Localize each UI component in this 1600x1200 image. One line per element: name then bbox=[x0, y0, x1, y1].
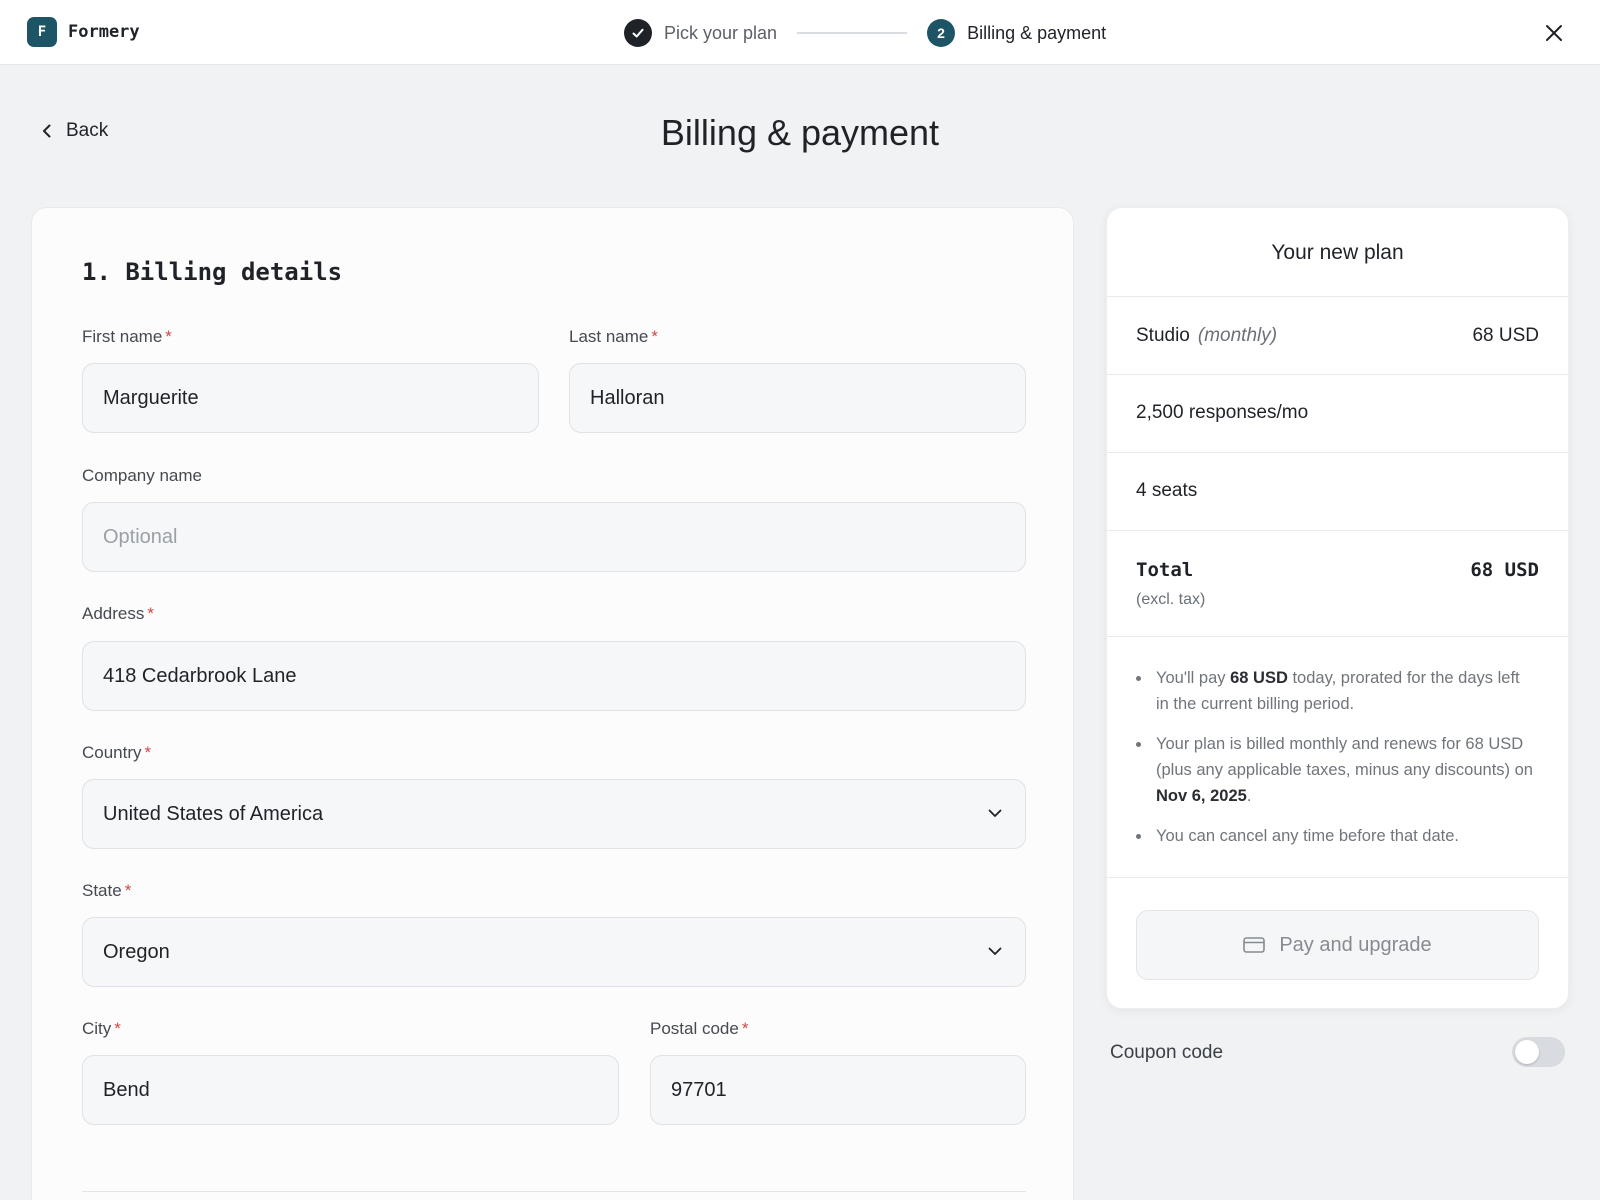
plan-summary-title: Your new plan bbox=[1271, 241, 1404, 264]
plan-seats-row: 4 seats bbox=[1107, 452, 1568, 530]
step-connector bbox=[797, 32, 908, 34]
section-title: 1. Billing details bbox=[82, 258, 343, 286]
country-label: Country * bbox=[82, 743, 152, 762]
plan-seats: 4 seats bbox=[1136, 480, 1198, 501]
plan-responses: 2,500 responses/mo bbox=[1136, 402, 1309, 423]
total-label: Total bbox=[1136, 559, 1194, 581]
company-name-label: Company name bbox=[82, 466, 203, 485]
billing-notes-list: You'll pay 68 USD today, prorated for th… bbox=[1136, 665, 1536, 863]
state-label: State * bbox=[82, 881, 132, 900]
address-label: Address * bbox=[82, 604, 154, 623]
state-select-value: Oregon bbox=[103, 940, 170, 963]
required-marker: * bbox=[741, 1019, 749, 1038]
top-bar: F Formery Pick your plan 2 Billing & pay… bbox=[0, 0, 1600, 65]
brand-logo: F bbox=[27, 17, 57, 47]
checkout-stepper: Pick your plan 2 Billing & payment bbox=[624, 18, 1106, 48]
section-divider bbox=[82, 1191, 1026, 1192]
country-select[interactable]: United States of America bbox=[82, 779, 1026, 849]
city-field[interactable]: Bend bbox=[82, 1055, 619, 1125]
required-marker: * bbox=[114, 1019, 121, 1038]
billing-note-renewal: Your plan is billed monthly and renews f… bbox=[1136, 731, 1536, 809]
first-name-label: First name * bbox=[82, 327, 172, 346]
city-label: City * bbox=[82, 1019, 121, 1038]
plan-price: 68 USD bbox=[1472, 325, 1539, 346]
company-name-field[interactable]: Optional bbox=[82, 502, 1026, 572]
coupon-code-label: Coupon code bbox=[1110, 1042, 1224, 1063]
close-icon bbox=[1546, 25, 1562, 41]
plan-total-row: Total 68 USD (excl. tax) bbox=[1107, 530, 1568, 636]
plan-responses-row: 2,500 responses/mo bbox=[1107, 374, 1568, 452]
required-marker: * bbox=[147, 604, 154, 623]
required-marker: * bbox=[165, 327, 172, 346]
required-marker: * bbox=[651, 327, 659, 346]
plan-notes-section: You'll pay 68 USD today, prorated for th… bbox=[1107, 636, 1568, 878]
coupon-code-toggle[interactable] bbox=[1512, 1037, 1565, 1067]
chevron-down-icon bbox=[988, 809, 1002, 817]
country-select-value: United States of America bbox=[103, 802, 324, 825]
last-name-label: Last name * bbox=[569, 327, 659, 346]
postal-code-field[interactable]: 97701 bbox=[650, 1055, 1026, 1125]
required-marker: * bbox=[144, 743, 152, 762]
state-select[interactable]: Oregon bbox=[82, 917, 1026, 987]
plan-line-row: Studio (monthly) 68 USD bbox=[1107, 296, 1568, 374]
address-field[interactable]: 418 Cedarbrook Lane bbox=[82, 641, 1026, 711]
plan-period: (monthly) bbox=[1197, 325, 1278, 346]
plan-name: Studio (monthly) bbox=[1136, 325, 1278, 346]
step-1-complete-badge bbox=[624, 19, 652, 47]
billing-note-cancel: You can cancel any time before that date… bbox=[1136, 823, 1536, 849]
tax-note: (excl. tax) bbox=[1136, 591, 1206, 608]
chevron-down-icon bbox=[988, 947, 1002, 955]
step-2-label: Billing & payment bbox=[967, 22, 1107, 43]
toggle-knob bbox=[1515, 1040, 1539, 1064]
credit-card-icon bbox=[1243, 937, 1266, 953]
first-name-field[interactable]: Marguerite bbox=[82, 363, 539, 433]
step-2-number: 2 bbox=[927, 19, 956, 47]
page-title: Billing & payment bbox=[660, 112, 940, 153]
plan-summary-card: Your new plan Studio (monthly) 68 USD 2,5… bbox=[1106, 207, 1569, 1009]
total-value: 68 USD bbox=[1470, 559, 1539, 581]
required-marker: * bbox=[124, 881, 132, 900]
pay-and-upgrade-button[interactable]: Pay and upgrade bbox=[1136, 910, 1539, 980]
last-name-field[interactable]: Halloran bbox=[569, 363, 1026, 433]
close-button[interactable] bbox=[1541, 20, 1567, 46]
billing-details-card: 1. Billing details First name * Marguerit… bbox=[31, 207, 1074, 1200]
step-1-label[interactable]: Pick your plan bbox=[664, 23, 777, 44]
check-icon bbox=[632, 28, 644, 38]
billing-note-proration: You'll pay 68 USD today, prorated for th… bbox=[1136, 665, 1536, 717]
postal-code-label: Postal code * bbox=[650, 1019, 749, 1038]
brand-name: Formery bbox=[68, 22, 140, 42]
brand: F Formery bbox=[27, 17, 140, 47]
pay-button-label: Pay and upgrade bbox=[1279, 933, 1432, 956]
